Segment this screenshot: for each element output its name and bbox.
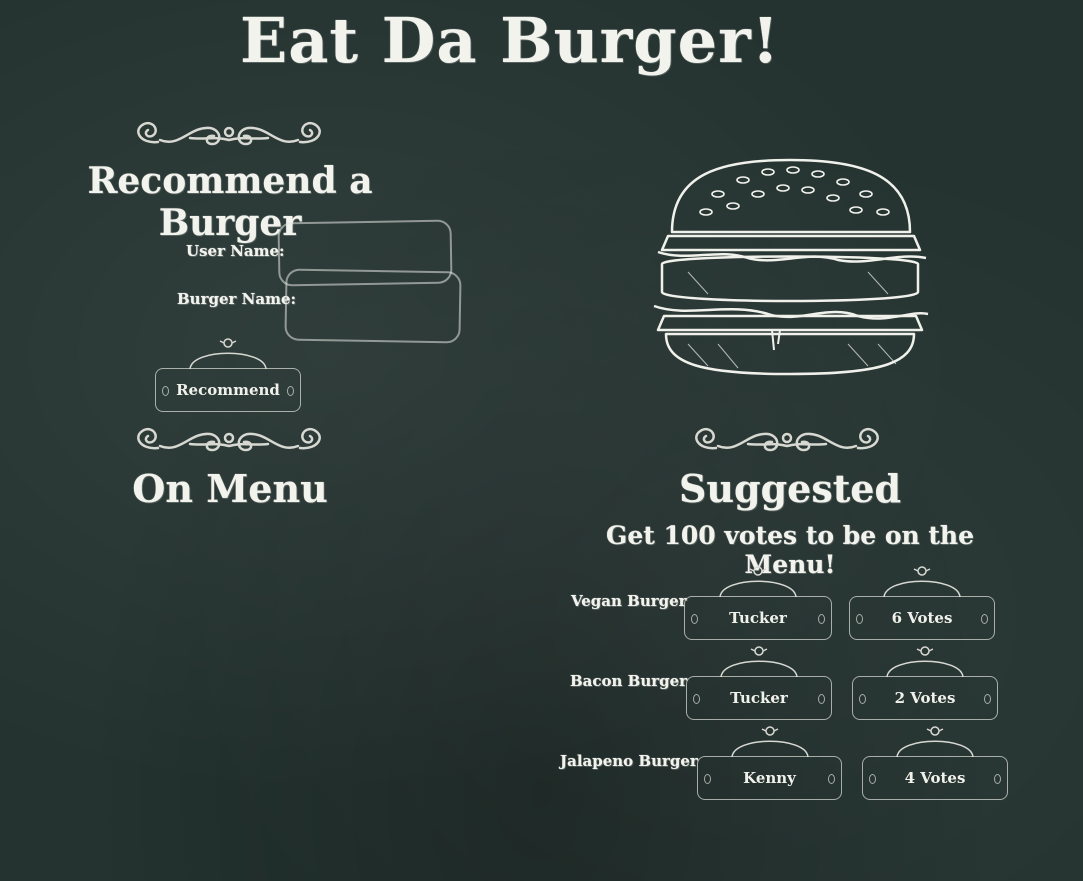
votes-label: 6 Votes	[849, 596, 995, 640]
cloche-icon	[883, 566, 961, 598]
votes-label: 4 Votes	[862, 756, 1008, 800]
user-label: Tucker	[686, 676, 832, 720]
list-item-name: Bacon Burger	[570, 672, 688, 690]
user-label: Kenny	[697, 756, 842, 800]
burger-icon	[653, 158, 929, 376]
cloche-icon	[886, 646, 964, 678]
cloche-icon	[896, 726, 974, 758]
user-name-label: User Name:	[186, 242, 285, 260]
user-sign[interactable]: Tucker	[684, 564, 832, 640]
votes-label: 2 Votes	[852, 676, 998, 720]
flourish-icon	[137, 427, 321, 452]
recommend-button-label: Recommend	[155, 368, 301, 412]
vote-button[interactable]: 6 Votes	[849, 564, 995, 640]
recommend-button[interactable]: Recommend	[155, 336, 301, 412]
user-sign[interactable]: Kenny	[697, 724, 842, 800]
cloche-icon	[720, 646, 798, 678]
suggested-title: Suggested	[678, 466, 902, 511]
burger-name-field-wrap	[284, 268, 462, 344]
flourish-icon	[137, 121, 321, 146]
on-menu-title: On Menu	[132, 466, 328, 511]
vote-button[interactable]: 2 Votes	[852, 644, 998, 720]
cloche-icon	[719, 566, 797, 598]
user-sign[interactable]: Tucker	[686, 644, 832, 720]
list-item-name: Jalapeno Burger	[560, 752, 698, 770]
cloche-icon	[189, 338, 267, 370]
burger-name-input[interactable]	[286, 270, 460, 342]
vote-button[interactable]: 4 Votes	[862, 724, 1008, 800]
page-title: Eat Da Burger!	[239, 4, 780, 77]
flourish-icon	[695, 427, 879, 452]
cloche-icon	[730, 726, 809, 758]
list-item-name: Vegan Burger	[571, 592, 687, 610]
user-label: Tucker	[684, 596, 832, 640]
burger-name-label: Burger Name:	[177, 290, 297, 308]
